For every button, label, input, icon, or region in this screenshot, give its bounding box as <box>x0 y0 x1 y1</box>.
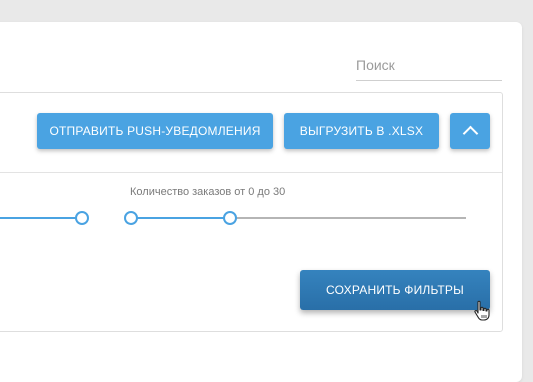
orders-slider-label: Количество заказов от 0 до 30 <box>130 186 286 198</box>
orders-slider-max-handle[interactable] <box>223 211 237 225</box>
search-input[interactable] <box>356 54 502 76</box>
export-xlsx-button[interactable]: Выгрузить в .xlsx <box>284 113 439 149</box>
orders-slider-track-active <box>131 217 230 219</box>
send-push-button[interactable]: Отправить push-уведомления <box>37 113 273 149</box>
orders-slider-min-handle[interactable] <box>124 211 138 225</box>
range-slider-1-track-active[interactable] <box>0 217 82 219</box>
chevron-up-icon <box>462 125 478 142</box>
hand-pointer-icon <box>474 300 490 321</box>
range-slider-1-upper-handle[interactable] <box>75 211 89 225</box>
export-xlsx-label: Выгрузить в .xlsx <box>299 124 424 138</box>
panel-divider <box>0 172 502 173</box>
save-filters-button[interactable]: Сохранить фильтры <box>300 270 490 310</box>
save-filters-label: Сохранить фильтры <box>326 283 464 297</box>
search-field[interactable] <box>356 54 502 81</box>
send-push-label: Отправить push-уведомления <box>49 124 261 138</box>
collapse-filters-button[interactable] <box>450 113 490 149</box>
